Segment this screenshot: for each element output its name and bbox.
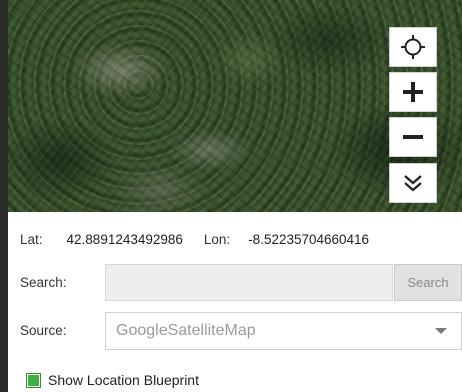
source-selected-value: GoogleSatelliteMap bbox=[116, 322, 256, 339]
collapse-button[interactable] bbox=[389, 163, 437, 203]
checkbox-checked-indicator bbox=[28, 375, 39, 386]
chevron-down-icon bbox=[435, 328, 447, 334]
locate-button[interactable] bbox=[389, 27, 437, 67]
lat-value: 42.8891243492986 bbox=[66, 232, 183, 247]
lon-label: Lon: bbox=[203, 232, 231, 247]
collapse-icon bbox=[402, 172, 424, 194]
source-label: Source: bbox=[20, 323, 67, 338]
search-button[interactable]: Search bbox=[394, 264, 462, 301]
zoom-in-icon bbox=[402, 81, 424, 103]
search-label: Search: bbox=[20, 275, 67, 290]
zoom-out-icon bbox=[402, 126, 424, 148]
search-input[interactable] bbox=[105, 264, 393, 301]
coordinates-row: Lat: 42.8891243492986 Lon: -8.5223570466… bbox=[20, 232, 369, 247]
zoom-out-button[interactable] bbox=[389, 117, 437, 157]
lat-label: Lat: bbox=[20, 232, 43, 247]
blueprint-label[interactable]: Show Location Blueprint bbox=[48, 372, 199, 388]
location-panel: Lat: 42.8891243492986 Lon: -8.5223570466… bbox=[8, 212, 462, 392]
blueprint-checkbox[interactable] bbox=[26, 373, 41, 388]
source-select[interactable]: GoogleSatelliteMap bbox=[105, 312, 462, 350]
locate-icon bbox=[400, 34, 426, 60]
window-edge bbox=[0, 0, 8, 392]
zoom-in-button[interactable] bbox=[389, 72, 437, 112]
lon-value: -8.52235704660416 bbox=[248, 232, 370, 247]
